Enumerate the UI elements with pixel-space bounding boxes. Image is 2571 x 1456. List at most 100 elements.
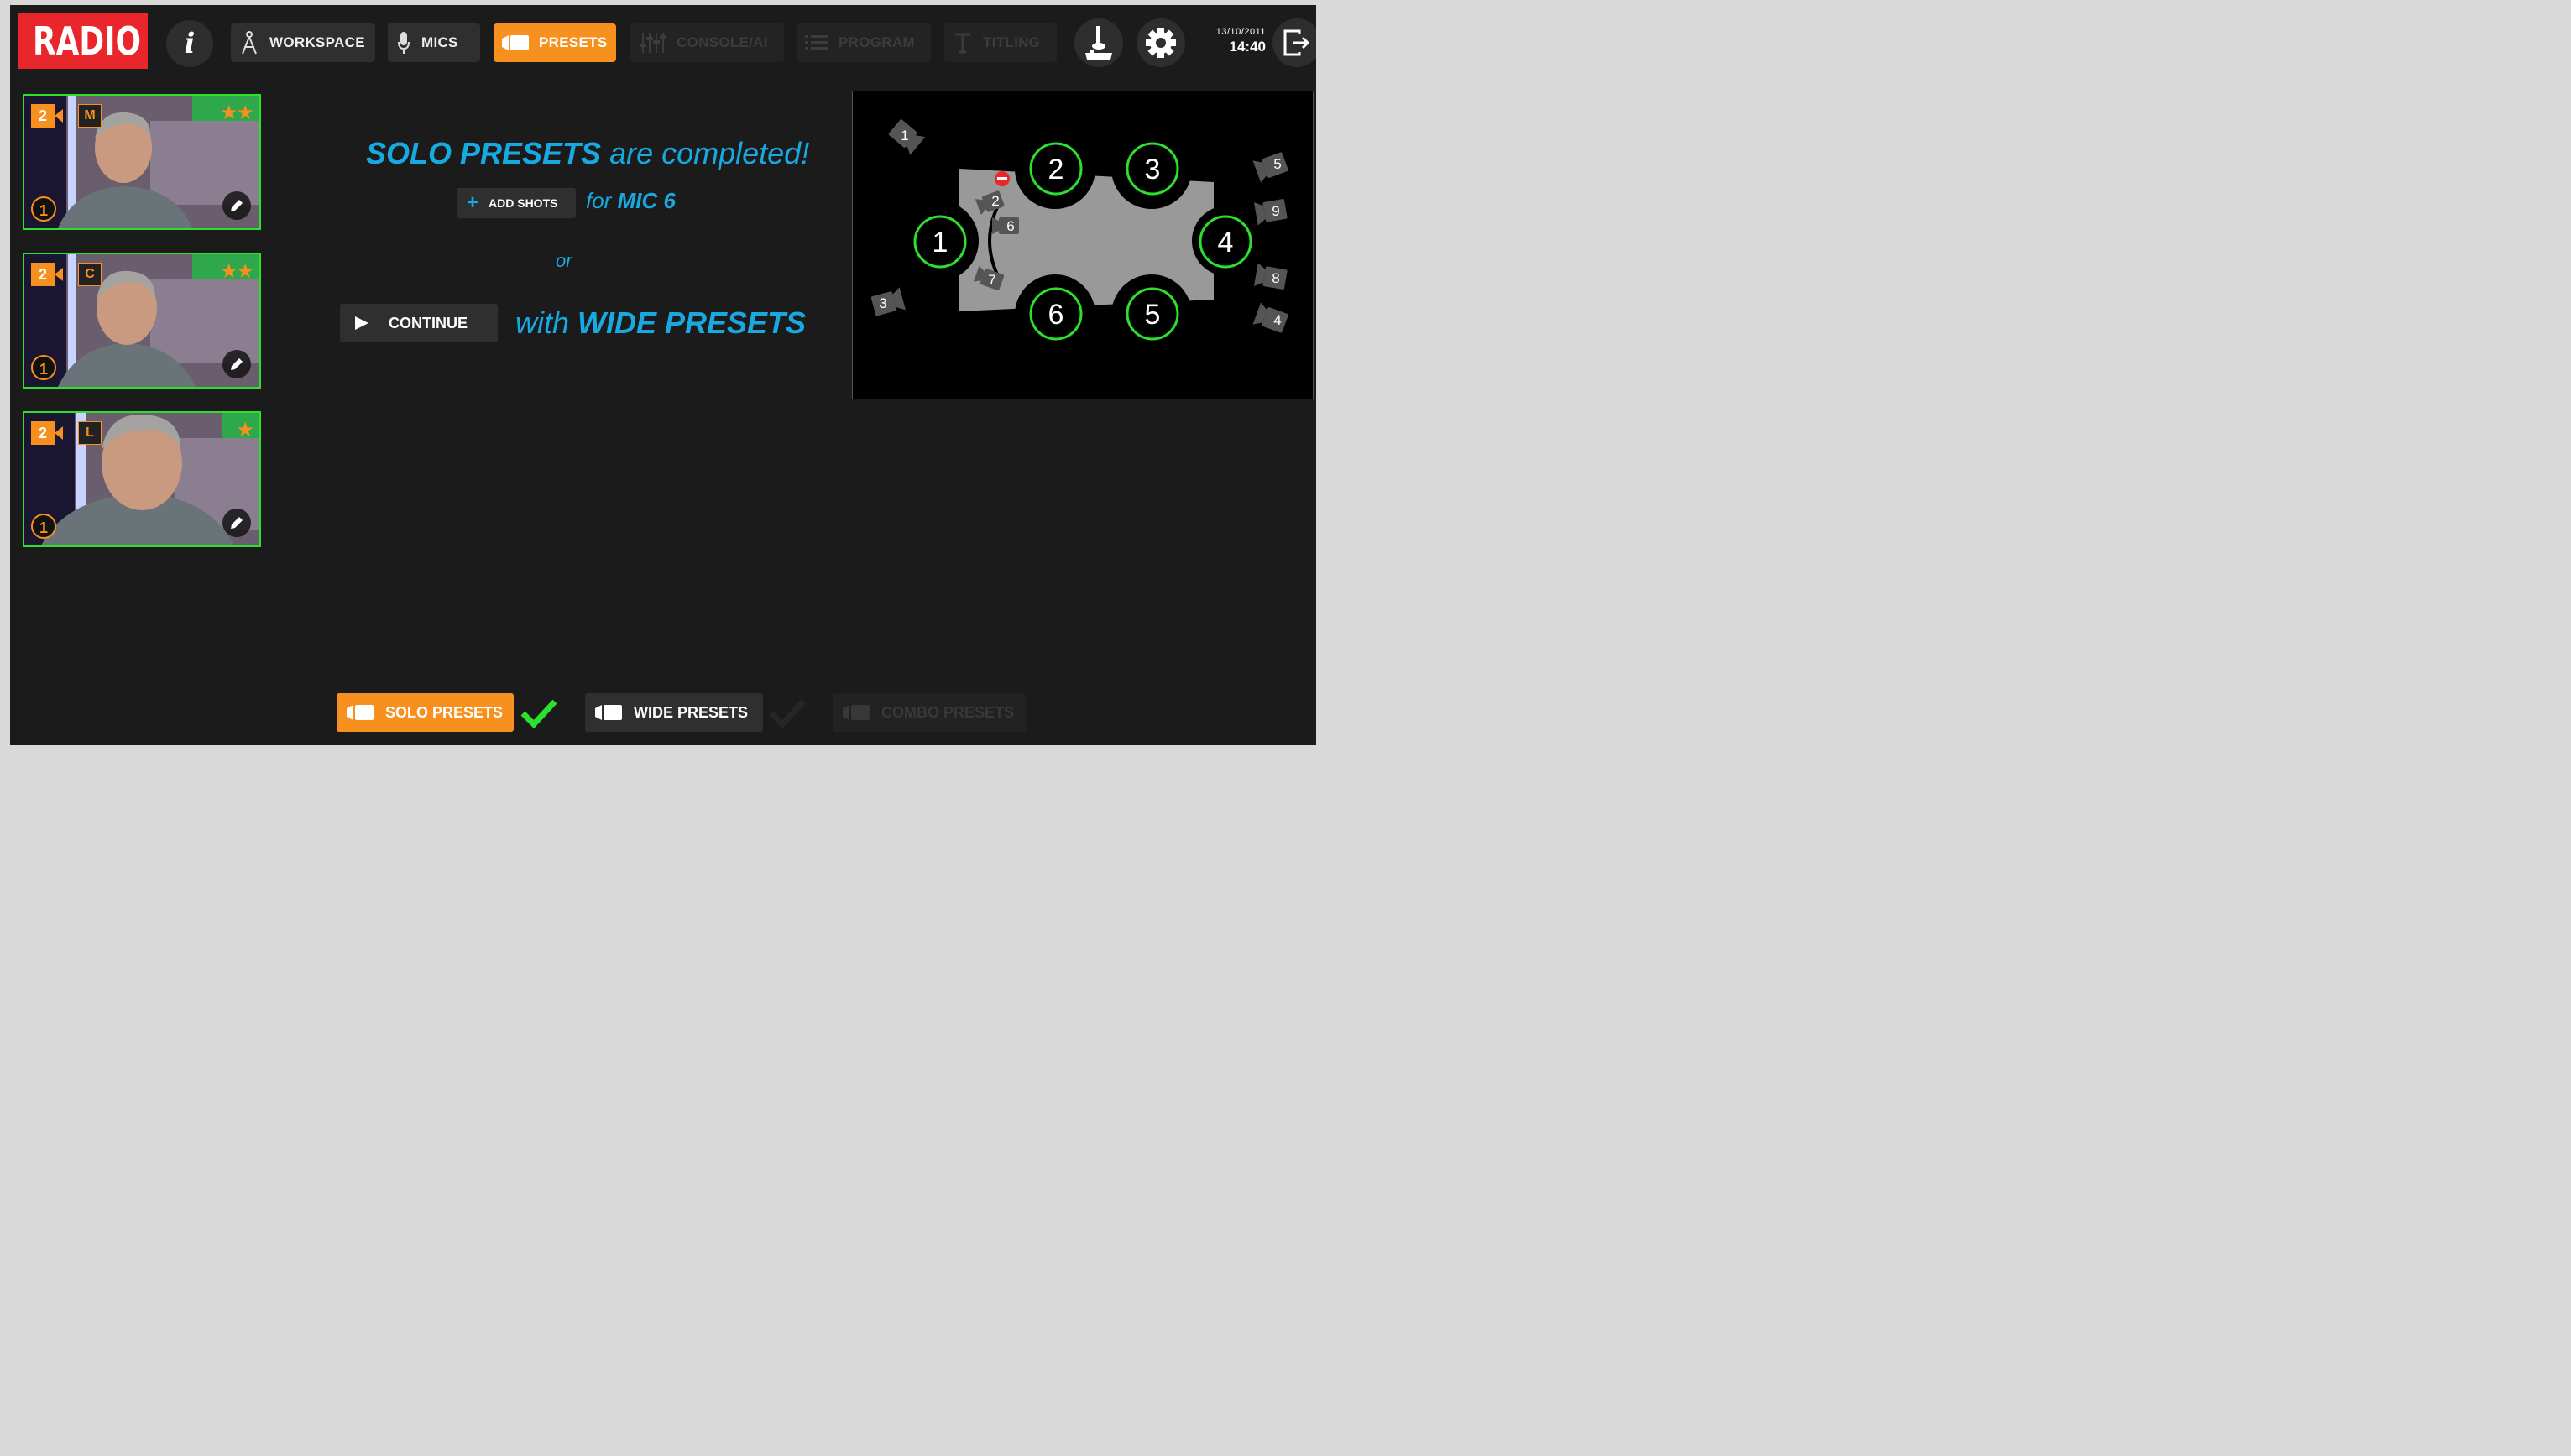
tab-wide-presets-label: WIDE PRESETS	[634, 703, 749, 721]
camera-5-icon[interactable]	[1252, 150, 1289, 183]
camera-5-label: 5	[1273, 156, 1281, 172]
microphone-icon	[398, 32, 410, 54]
remove-icon[interactable]	[995, 171, 1010, 186]
camera-icon	[595, 705, 622, 720]
tab-presets[interactable]: PRESETS	[494, 23, 616, 62]
joystick-button[interactable]	[1074, 18, 1123, 67]
info-button[interactable]: i	[166, 20, 213, 67]
add-shots-button[interactable]: + ADD SHOTS	[457, 188, 576, 218]
camera-number-badge: 2	[31, 421, 55, 445]
seat-2-label: 2	[1048, 154, 1064, 185]
headline-emphasis: SOLO PRESETS	[366, 136, 602, 170]
pencil-icon	[231, 200, 243, 211]
mic-pin-badge: 1	[31, 196, 56, 222]
edit-button[interactable]	[222, 191, 251, 220]
app-window: RADIO i WORKSPACE MICS PRESETS CONSOLE/A…	[10, 5, 1316, 745]
gear-icon	[1146, 28, 1176, 58]
rating-stars: ★	[236, 419, 253, 441]
for-target: MIC 6	[617, 188, 676, 213]
text-icon	[955, 33, 970, 54]
preset-thumbnail[interactable]: 2 M ★★ 1	[23, 94, 261, 230]
completion-headline: SOLO PRESETS are completed!	[366, 136, 809, 171]
camera-lens-icon	[55, 426, 63, 440]
seat-4-label: 4	[1218, 227, 1234, 258]
settings-button[interactable]	[1137, 18, 1185, 67]
tab-console-ai[interactable]: CONSOLE/AI	[630, 23, 784, 62]
seat-1-label: 1	[933, 227, 948, 258]
seat-5-label: 5	[1145, 299, 1161, 331]
edit-button[interactable]	[222, 350, 251, 378]
preset-thumbnail[interactable]: 2 L ★ 1	[23, 411, 261, 547]
preset-thumbnail[interactable]: 2 C ★★ 1	[23, 253, 261, 389]
tab-solo-presets[interactable]: SOLO PRESETS	[337, 693, 514, 732]
mixer-icon	[640, 33, 666, 53]
camera-number-badge: 2	[31, 263, 55, 286]
tab-solo-presets-label: SOLO PRESETS	[385, 703, 504, 721]
logo-text: RADIO	[32, 18, 141, 64]
logout-icon	[1283, 29, 1310, 56]
camera-1-label: 1	[901, 128, 908, 144]
continue-button[interactable]: CONTINUE	[340, 304, 498, 342]
shot-size-badge: C	[78, 263, 102, 286]
logout-button[interactable]	[1272, 18, 1316, 67]
tab-titling-label: TITLING	[983, 34, 1041, 50]
camera-9-icon[interactable]	[1253, 197, 1288, 226]
tab-program-label: PROGRAM	[839, 34, 915, 50]
camera-8-label: 8	[1272, 270, 1279, 286]
continue-label: CONTINUE	[389, 314, 468, 331]
play-icon	[355, 316, 368, 330]
or-text: or	[556, 250, 572, 271]
camera-6-icon[interactable]	[992, 217, 1019, 234]
tab-console-ai-label: CONSOLE/AI	[677, 34, 768, 50]
list-icon	[805, 35, 828, 50]
tab-combo-presets[interactable]: COMBO PRESETS	[833, 693, 1026, 732]
edit-button[interactable]	[222, 509, 251, 537]
camera-icon	[502, 35, 529, 50]
mic-pin-badge: 1	[31, 514, 56, 539]
radio-logo: RADIO	[18, 13, 148, 69]
shot-size-badge: M	[78, 104, 102, 128]
joystick-icon	[1085, 26, 1112, 60]
camera-3-icon[interactable]	[870, 287, 906, 317]
add-shots-label: ADD SHOTS	[489, 196, 558, 210]
camera-9-label: 9	[1272, 203, 1279, 219]
checkmark-icon	[520, 699, 557, 728]
tab-mics[interactable]: MICS	[388, 23, 480, 62]
tab-program[interactable]: PROGRAM	[797, 23, 931, 62]
with-wide-text: with WIDE PRESETS	[515, 305, 806, 341]
plus-icon: +	[467, 191, 479, 214]
rating-stars: ★★	[219, 102, 254, 124]
camera-7-label: 7	[988, 272, 995, 288]
tab-mics-label: MICS	[421, 34, 458, 50]
headline-rest: are completed!	[601, 136, 810, 170]
with-target: WIDE PRESETS	[577, 305, 807, 340]
tab-workspace[interactable]: WORKSPACE	[231, 23, 375, 62]
date-time: 13/10/2011 14:40	[1195, 27, 1266, 55]
date-label: 13/10/2011	[1215, 27, 1266, 37]
camera-2-label: 2	[991, 193, 999, 209]
for-mic-text: for MIC 6	[586, 188, 676, 214]
tab-presets-label: PRESETS	[539, 34, 608, 50]
seat-6-label: 6	[1048, 299, 1064, 331]
camera-lens-icon	[55, 109, 63, 123]
pencil-icon	[231, 358, 243, 370]
for-prefix: for	[586, 188, 618, 213]
compass-icon	[242, 31, 257, 55]
shot-size-badge: L	[78, 421, 102, 445]
checkmark-icon	[769, 699, 806, 728]
time-label: 14:40	[1229, 39, 1266, 55]
camera-6-label: 6	[1006, 218, 1014, 234]
camera-icon	[843, 705, 870, 720]
camera-4-label: 4	[1273, 312, 1281, 328]
seat-3-label: 3	[1145, 154, 1161, 185]
camera-icon	[347, 705, 374, 720]
info-icon: i	[184, 27, 196, 60]
tab-workspace-label: WORKSPACE	[269, 34, 365, 50]
camera-number-badge: 2	[31, 104, 55, 128]
camera-lens-icon	[55, 268, 63, 281]
tab-titling[interactable]: TITLING	[944, 23, 1057, 62]
tab-wide-presets[interactable]: WIDE PRESETS	[585, 693, 763, 732]
tab-combo-presets-label: COMBO PRESETS	[881, 703, 1015, 721]
camera-8-icon[interactable]	[1253, 263, 1288, 291]
camera-4-icon[interactable]	[1252, 302, 1289, 335]
